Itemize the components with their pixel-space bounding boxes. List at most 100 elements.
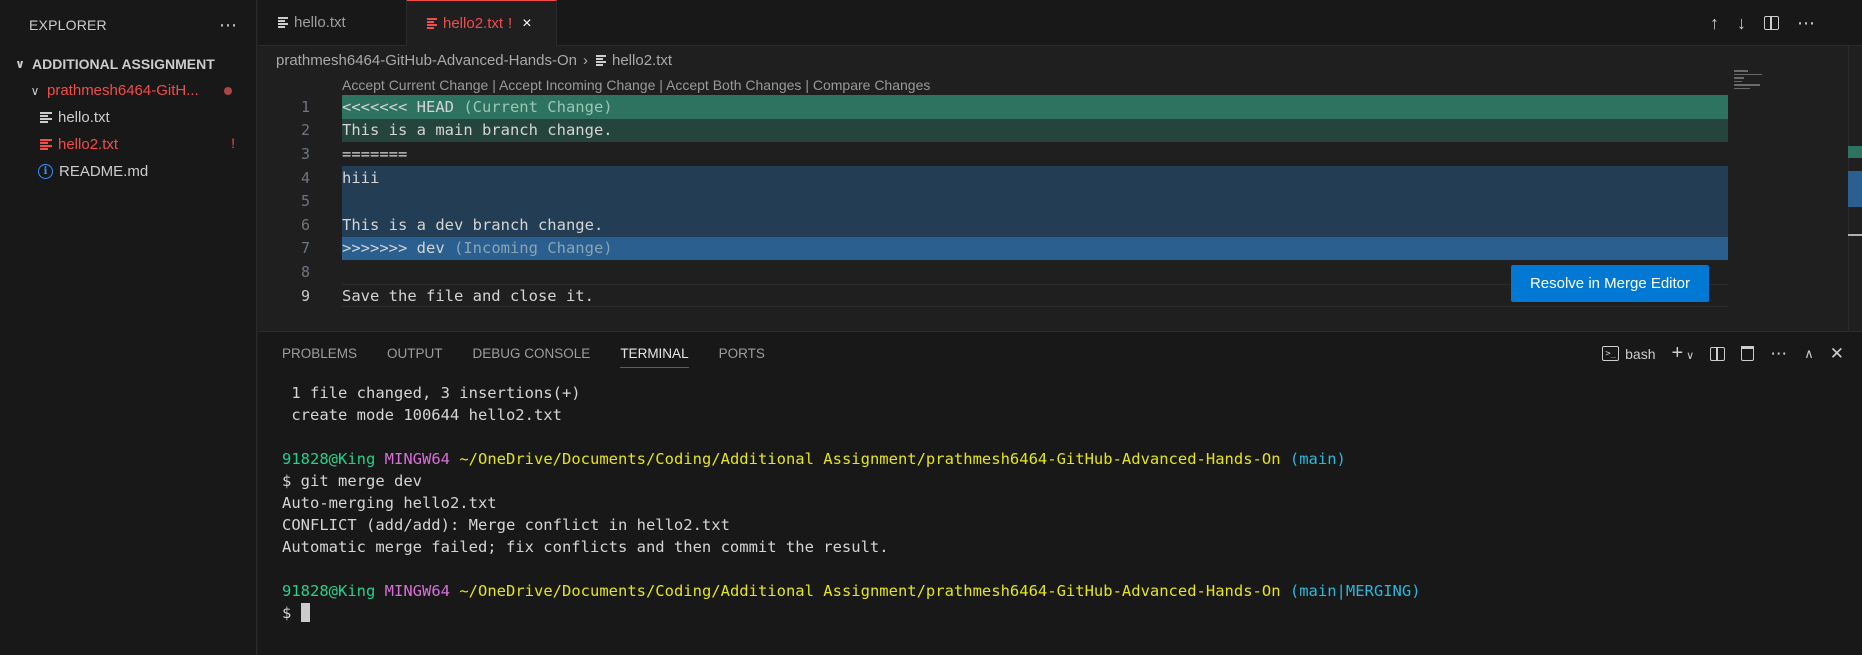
conflict-badge: ! [231,135,235,151]
terminal-prompt-line: 91828@King MINGW64 ~/OneDrive/Documents/… [282,448,1421,470]
line-number: 1 [300,97,310,116]
chevron-up-icon[interactable]: ∧ [1804,346,1814,362]
line-text: This is a main branch change. [342,118,1728,143]
code-line: 1 <<<<<<< HEAD (Current Change) [258,95,1728,119]
tab-label: hello2.txt [443,15,504,32]
code-line: 9 Save the file and close it. [258,283,1728,308]
terminal-output[interactable]: 1 file changed, 3 insertions(+) create m… [282,382,1421,624]
line-number: 8 [300,262,310,281]
breadcrumb-folder[interactable]: prathmesh6464-GitHub-Advanced-Hands-On [276,52,577,69]
line-number: 7 [300,239,310,258]
merge-codelens[interactable]: Accept Current Change | Accept Incoming … [342,77,930,93]
conflict-badge: ! [508,15,513,32]
tree-folder[interactable]: ∨ prathmesh6464-GitH... [0,77,256,104]
chevron-down-icon[interactable]: ∨ [1686,350,1694,362]
tab-output[interactable]: OUTPUT [387,346,443,368]
explorer-sidebar: EXPLORER ⋯ ∨ ADDITIONAL ASSIGNMENT ∨ pra… [0,0,257,655]
ellipsis-icon[interactable]: ⋯ [219,15,238,36]
code-line: 7 >>>>>>> dev (Incoming Change) [258,236,1728,261]
tree-file-label: hello.txt [58,109,110,126]
file-lines-icon [276,16,290,30]
arrow-up-icon[interactable]: ↑ [1710,13,1719,34]
tree-folder-label: prathmesh6464-GitH... [47,82,199,99]
prompt-branch: (main|MERGING) [1289,582,1421,600]
terminal-icon: >_ [1602,346,1620,361]
line-text: ======= [342,144,408,163]
terminal-line: 1 file changed, 3 insertions(+) [282,384,581,402]
tab-hello[interactable]: hello.txt [258,0,407,45]
file-lines-icon [38,111,54,125]
conflict-marker-dev: >>>>>>> dev [342,239,445,258]
terminal-input-line[interactable]: $ [282,602,1421,624]
current-change-hint: (Current Change) [453,97,613,116]
split-terminal-icon[interactable] [1710,346,1726,361]
workspace-section[interactable]: ∨ ADDITIONAL ASSIGNMENT [0,50,256,77]
tab-hello2[interactable]: hello2.txt ! × [407,0,557,46]
incoming-change-marker [1848,171,1862,207]
editor-actions: ↑ ↓ ⋯ [1710,0,1816,46]
tree-file-readme[interactable]: i README.md [0,158,256,185]
chevron-down-icon: ∨ [30,83,40,98]
prompt-system: MINGW64 [384,450,450,468]
prompt-path: ~/OneDrive/Documents/Coding/Additional A… [459,582,1281,600]
breadcrumb-file[interactable]: hello2.txt [612,52,672,69]
line-number: 2 [300,121,310,140]
line-number: 3 [300,144,310,163]
tab-ports[interactable]: PORTS [719,346,765,368]
info-icon: i [38,164,53,179]
terminal-selector[interactable]: >_ bash [1602,346,1655,362]
panel-actions: >_ bash + ∨ ⋯ ∧ ✕ [1602,342,1844,365]
trash-icon[interactable] [1741,346,1755,361]
code-area[interactable]: 1 <<<<<<< HEAD (Current Change) 2 This i… [258,95,1728,308]
prompt-branch: (main) [1289,450,1346,468]
shell-label: bash [1625,345,1656,362]
split-editor-icon[interactable] [1764,16,1779,30]
explorer-title: EXPLORER [29,17,107,33]
terminal-line: Auto-merging hello2.txt [282,494,497,512]
plus-icon[interactable]: + ∨ [1671,342,1694,365]
line-text [342,189,1728,213]
current-change-marker [1848,146,1862,158]
code-line: 3 ======= [258,142,1728,166]
tree-file-label: README.md [59,163,149,180]
close-icon[interactable]: ✕ [1830,344,1844,364]
prompt-user: 91828@King [282,450,376,468]
line-number: 9 [300,286,310,305]
cursor-marker [1848,234,1862,236]
line-number: 6 [300,215,310,234]
code-line: 6 This is a dev branch change. [258,212,1728,237]
workspace-section-label: ADDITIONAL ASSIGNMENT [32,55,215,72]
line-text: This is a dev branch change. [342,212,1728,237]
terminal-line: create mode 100644 hello2.txt [282,406,562,424]
terminal-line: CONFLICT (add/add): Merge conflict in he… [282,516,730,534]
code-line: 8 [258,260,1728,284]
terminal-cursor [300,603,310,622]
tab-terminal[interactable]: TERMINAL [620,346,689,368]
bottom-panel: PROBLEMS OUTPUT DEBUG CONSOLE TERMINAL P… [258,331,1862,655]
minimap[interactable] [1734,70,1764,100]
tree-file-hello2[interactable]: hello2.txt ! [0,131,256,158]
resolve-in-merge-editor-button[interactable]: Resolve in Merge Editor [1511,265,1709,302]
modified-dot-icon [224,87,232,95]
line-number: 4 [300,168,310,187]
tree-file-label: hello2.txt [58,136,119,153]
breadcrumb: prathmesh6464-GitHub-Advanced-Hands-On ›… [276,52,672,69]
tab-problems[interactable]: PROBLEMS [282,346,357,368]
file-lines-icon [594,54,608,68]
arrow-down-icon[interactable]: ↓ [1737,13,1746,34]
line-text: >>>>>>> dev (Incoming Change) [342,236,1728,261]
terminal-line: Automatic merge failed; fix conflicts an… [282,538,889,556]
tab-debug-console[interactable]: DEBUG CONSOLE [473,346,591,368]
prompt-dollar: $ [282,604,301,622]
editor-scrollbar[interactable] [1848,46,1862,330]
tree-file-hello[interactable]: hello.txt [0,104,256,131]
code-line: 4 hiii [258,165,1728,190]
code-line: 5 [258,189,1728,213]
prompt-path: ~/OneDrive/Documents/Coding/Additional A… [459,450,1281,468]
explorer-header: EXPLORER ⋯ [0,0,256,50]
close-icon[interactable]: × [522,15,531,33]
ellipsis-icon[interactable]: ⋯ [1797,13,1816,34]
ellipsis-icon[interactable]: ⋯ [1770,344,1788,364]
